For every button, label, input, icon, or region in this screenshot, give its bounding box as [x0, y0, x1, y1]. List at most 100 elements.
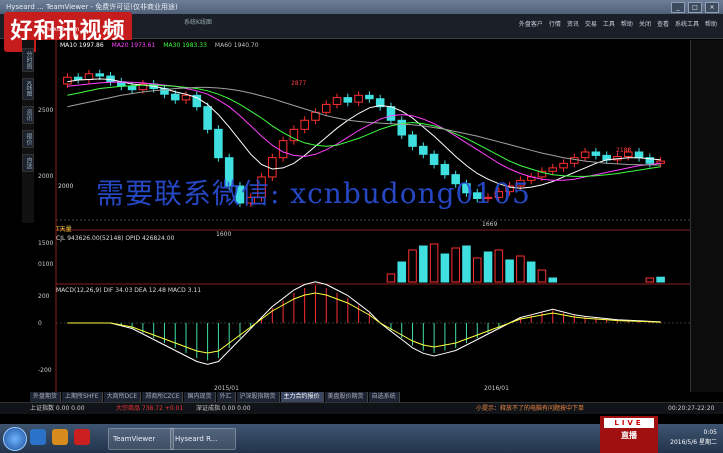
left-tab[interactable]: 分时图	[22, 48, 34, 72]
volume-bar	[419, 245, 428, 283]
candle	[170, 93, 180, 101]
candle	[656, 160, 665, 164]
volume-bar	[451, 247, 460, 283]
volume-bar	[537, 269, 547, 283]
candle	[332, 97, 342, 105]
status-shenzhen: 深证成指 0.00 0.00	[196, 405, 251, 412]
clock: 0:05 2016/5/6 星期二	[670, 428, 717, 448]
candle	[181, 94, 191, 101]
volume-bar	[429, 243, 439, 283]
volume-bar	[494, 249, 504, 283]
ie-icon[interactable]	[30, 429, 46, 445]
volume-bar	[472, 257, 482, 283]
status-commodity: 大宗商品 738.72 +0.01	[116, 405, 184, 412]
volume-bar	[548, 277, 558, 283]
menu-item[interactable]: 外盘客户	[519, 19, 543, 28]
volume-bar	[505, 259, 514, 283]
live-badge: LIVE 直播	[600, 416, 658, 453]
candle	[419, 145, 428, 155]
legend-ma30: MA30 1983.33	[163, 42, 207, 49]
kline-chart[interactable]: 2500 2000 1500 2000 2877 2188 1600 1669 …	[36, 40, 690, 392]
left-tabs: 分时图 K线图 资讯 报价 自选	[22, 40, 34, 223]
menu-item[interactable]: 帮助	[621, 19, 633, 28]
legend-ma10: MA10 1997.86	[60, 42, 104, 49]
left-tab[interactable]: 报价	[22, 129, 34, 148]
candle	[127, 85, 137, 91]
market-tab[interactable]: 上期所SHFE	[62, 392, 103, 402]
candle	[203, 106, 212, 130]
right-panel	[690, 40, 723, 392]
candle	[634, 151, 644, 159]
candle	[591, 151, 601, 156]
candle	[365, 94, 374, 100]
candle	[95, 73, 105, 77]
ma-legend: MA10 1997.86 MA20 1973.61 MA30 1983.33 M…	[60, 42, 259, 49]
candle	[580, 151, 590, 159]
ttl-label: T天量	[55, 226, 72, 233]
volume-label: CJL 943626.00(52148) OPID 426824.00	[56, 235, 175, 242]
volume-bar	[397, 261, 407, 283]
macd-label: MACD(12,26,9) DIF 34.03 DEA 12.48 MACD 3…	[56, 287, 201, 294]
market-tab[interactable]: 国内现货	[184, 392, 216, 402]
status-shanghai: 上证指数 0.00 0.00	[30, 405, 85, 412]
y-tick: 2000	[38, 173, 53, 180]
start-button[interactable]	[3, 427, 27, 451]
clock-date: 2016/5/6 星期二	[670, 439, 717, 446]
menu-item[interactable]: 资讯	[567, 19, 579, 28]
close-button[interactable]: ×	[705, 2, 719, 13]
chart-subtitle: 系统K线图	[184, 19, 212, 26]
market-tab[interactable]: 自选系统	[368, 392, 400, 402]
market-tab-active[interactable]: 主力合约报价	[280, 392, 324, 402]
market-tab[interactable]: 大商所DCE	[103, 392, 142, 402]
candle	[278, 140, 288, 159]
volume-bar	[483, 251, 493, 283]
app-icon[interactable]	[74, 429, 90, 445]
left-tab[interactable]: 资讯	[22, 105, 34, 124]
status-bar: 上证指数 0.00 0.00 大宗商品 738.72 +0.01 深证成指 0.…	[0, 402, 723, 414]
menu-item[interactable]: 行情	[549, 19, 561, 28]
candle	[559, 162, 568, 169]
menu-item[interactable]: 系统工具	[675, 19, 699, 28]
left-tab[interactable]: 自选	[22, 153, 34, 172]
live-sub: 直播	[621, 431, 637, 440]
legend-ma20: MA20 1973.61	[111, 42, 156, 49]
status-time: 00:20:27-22:20	[668, 405, 715, 412]
y-tick: 2500	[38, 107, 53, 114]
market-tab[interactable]: 外盘期货	[30, 392, 62, 402]
candle	[548, 167, 558, 172]
market-tab[interactable]: 郑商所CZCE	[142, 392, 184, 402]
legend-ma60: MA60 1940.70	[214, 42, 259, 49]
folder-icon[interactable]	[52, 429, 68, 445]
window-controls: _ □ ×	[671, 2, 719, 13]
market-tab[interactable]: 沪深股指期货	[236, 392, 280, 402]
taskbar-teamviewer[interactable]: TeamViewer	[108, 428, 174, 450]
volume-bar	[440, 253, 450, 283]
left-tab[interactable]: K线图	[22, 78, 34, 100]
candle	[354, 94, 363, 103]
low-label: 1600	[216, 231, 231, 238]
live-text: LIVE	[604, 418, 654, 428]
macd-tick: 0	[38, 320, 42, 327]
menu-item[interactable]: 查看	[657, 19, 669, 28]
volume-bar	[386, 273, 396, 283]
volume-bar	[656, 276, 665, 283]
menu-item[interactable]: 帮助	[705, 19, 717, 28]
candle	[408, 134, 417, 147]
maximize-button[interactable]: □	[688, 2, 702, 13]
menu-item[interactable]: 工具	[603, 19, 615, 28]
minimize-button[interactable]: _	[671, 2, 685, 13]
volume-tick: 0100	[38, 261, 53, 268]
menu-item[interactable]: 关闭	[639, 19, 651, 28]
candle	[386, 106, 396, 121]
candle	[73, 76, 83, 80]
left-mark: 2000	[58, 183, 73, 190]
clock-time: 0:05	[703, 429, 717, 436]
candle	[214, 128, 223, 159]
menu-item[interactable]: 交易	[585, 19, 597, 28]
candle	[84, 73, 94, 80]
low-label: 1669	[482, 221, 497, 228]
market-tab[interactable]: 外汇	[216, 392, 236, 402]
taskbar-app[interactable]: Hyseard R...	[170, 428, 236, 450]
x-label: 2016/01	[484, 385, 509, 392]
market-tab[interactable]: 美盘股价期货	[324, 392, 368, 402]
